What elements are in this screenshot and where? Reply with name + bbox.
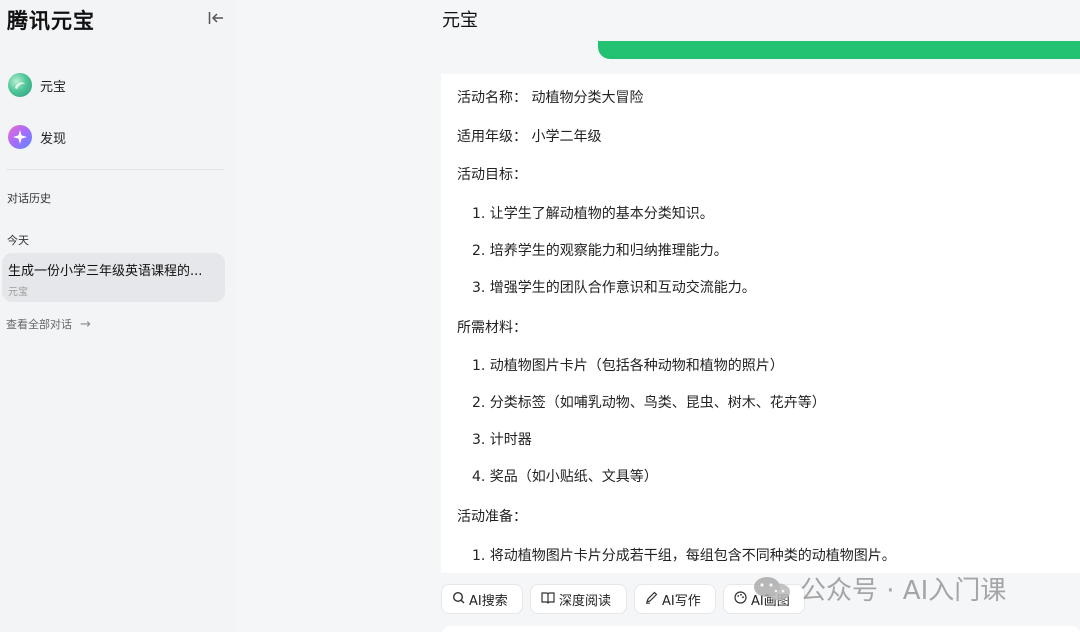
nav-item-label: 发现 [40,131,67,147]
watermark: 公众号 · AI入门课 [752,570,1006,607]
tool-button-label: AI写作 [662,593,701,609]
response-line: 活动目标： [457,167,527,183]
list-item: 3. 计时器 [472,432,532,448]
search-icon [452,591,465,607]
response-line: 活动名称： 动植物分类大冒险 [457,90,644,106]
sidebar: 腾讯元宝 元宝 发现 对话历史 今天 生成一份小学三年级英语课程的... 元宝 … [0,0,236,632]
list-item: 4. 奖品（如小贴纸、文具等） [472,469,658,485]
chat-input-box[interactable] [441,626,1080,632]
view-all-conversations-link[interactable]: 查看全部对话 → [6,316,91,332]
wechat-logo-icon [752,575,792,603]
palette-icon [734,591,747,607]
view-all-label: 查看全部对话 [6,318,72,331]
response-line: 适用年级： 小学二年级 [457,128,602,145]
collapse-sidebar-button[interactable] [206,8,226,28]
list-item: 2. 分类标签（如哺乳动物、鸟类、昆虫、树木、花卉等） [472,395,826,411]
deep-reading-button[interactable]: 深度阅读 [530,584,627,614]
book-icon [541,591,555,607]
list-item: 1. 让学生了解动植物的基本分类知识。 [472,205,714,222]
ai-search-button[interactable]: AI搜索 [441,584,523,614]
history-item-subtitle: 元宝 [8,287,28,298]
response-line: 所需材料： [457,319,527,336]
sidebar-divider [6,169,224,170]
history-section-label: 对话历史 [7,192,51,205]
history-item-title: 生成一份小学三年级英语课程的... [8,264,203,279]
ai-writing-button[interactable]: AI写作 [634,584,716,614]
nav-item-label: 元宝 [40,79,67,95]
list-item: 1. 动植物图片卡片（包括各种动物和植物的照片） [472,358,784,374]
today-section-label: 今天 [7,234,29,247]
collapse-left-icon [208,12,223,24]
nav-item-discover[interactable]: 发现 [6,120,226,154]
nav-item-yuanbao[interactable]: 元宝 [6,68,226,102]
assistant-response: 活动名称： 动植物分类大冒险 适用年级： 小学二年级 活动目标： 1. 让学生了… [441,74,1080,573]
pen-icon [645,591,658,607]
user-message-bubble [598,41,1080,59]
main-area: 元宝 活动名称： 动植物分类大冒险 适用年级： 小学二年级 活动目标： 1. 让… [236,0,1080,632]
brand-title: 腾讯元宝 [7,8,95,33]
page-title: 元宝 [442,10,478,31]
yuanbao-logo-icon [8,73,32,97]
response-line: 活动准备： [457,509,527,525]
tool-button-label: 深度阅读 [559,593,612,609]
tool-button-label: AI搜索 [469,593,508,609]
list-item: 3. 增强学生的团队合作意识和互动交流能力。 [472,279,756,296]
watermark-text: 公众号 · AI入门课 [800,576,1007,606]
history-item[interactable]: 生成一份小学三年级英语课程的... 元宝 [2,253,225,302]
list-item: 2. 培养学生的观察能力和归纳推理能力。 [472,242,728,259]
arrow-right-icon: → [80,316,91,332]
list-item: 1. 将动植物图片卡片分成若干组，每组包含不同种类的动植物图片。 [472,547,896,564]
sparkle-icon [8,125,32,149]
